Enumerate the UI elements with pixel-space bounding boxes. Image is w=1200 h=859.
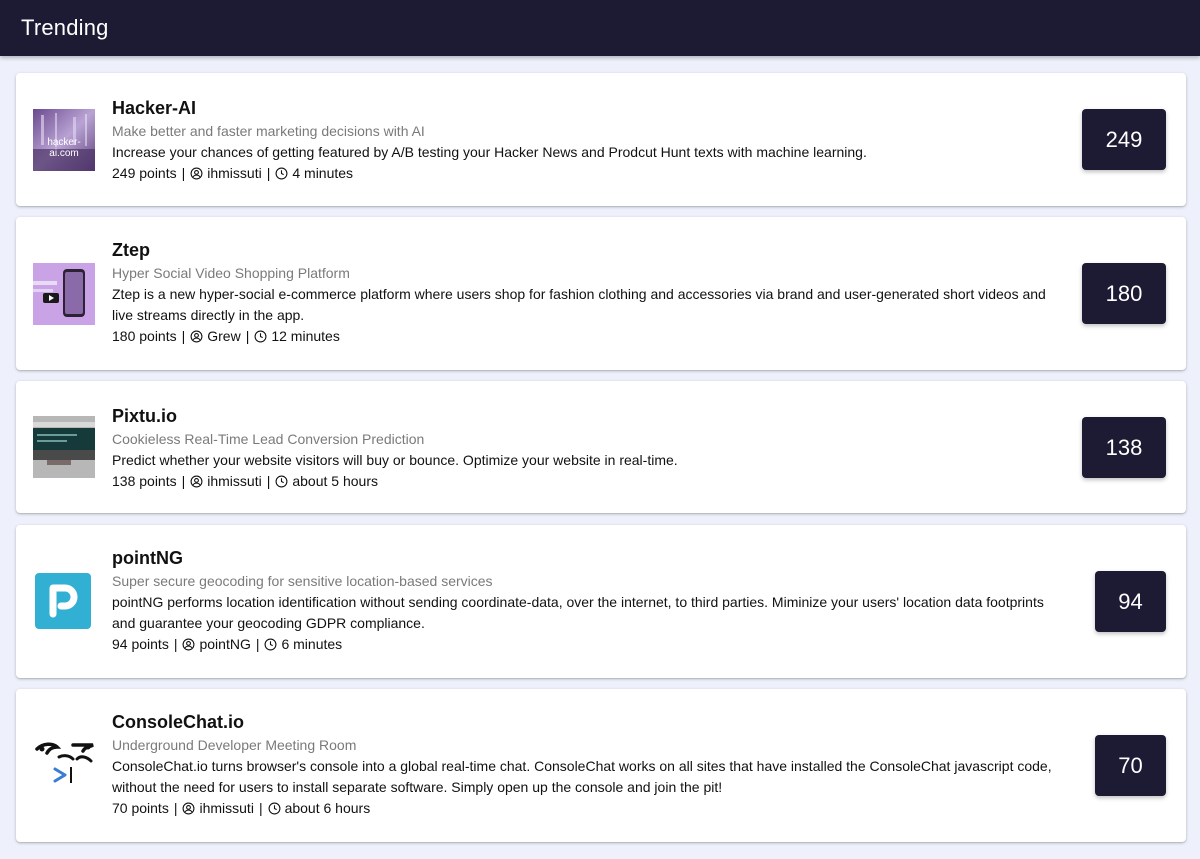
post-title[interactable]: Ztep	[112, 239, 1066, 261]
post-meta: 70 points | ihmissuti | about 6 hours	[112, 798, 1066, 819]
meta-separator: |	[181, 165, 186, 181]
post-card-hacker-ai[interactable]: hacker-ai.com Hacker-AI Make better and …	[16, 73, 1186, 206]
account-circle-icon	[190, 167, 203, 180]
post-thumbnail[interactable]: hacker-ai.com	[33, 109, 95, 171]
post-tagline: Make better and faster marketing decisio…	[112, 123, 425, 139]
post-author[interactable]: Grew	[207, 326, 240, 347]
post-points: 180 points	[112, 328, 177, 344]
meta-separator: |	[173, 636, 178, 652]
post-tagline: Cookieless Real-Time Lead Conversion Pre…	[112, 431, 425, 447]
meta-separator: |	[181, 328, 186, 344]
post-description: pointNG performs location identification…	[112, 594, 1044, 631]
post-card-consolechat[interactable]: ConsoleChat.io Underground Developer Mee…	[16, 689, 1186, 842]
post-title[interactable]: Hacker-AI	[112, 97, 1066, 119]
post-time: 6 minutes	[281, 636, 343, 652]
post-card-pointng[interactable]: pointNG Super secure geocoding for sensi…	[16, 525, 1186, 678]
pixtu-thumbnail-image	[33, 416, 95, 478]
post-meta: 180 points | Grew | 12 minutes	[112, 326, 1066, 347]
score-button[interactable]: 180	[1082, 263, 1166, 324]
meta-separator: |	[266, 473, 271, 489]
post-author[interactable]: ihmissuti	[207, 163, 261, 184]
meta-separator: |	[173, 800, 178, 816]
post-time: about 6 hours	[284, 800, 371, 816]
post-tagline: Super secure geocoding for sensitive loc…	[112, 573, 493, 589]
clock-icon	[275, 475, 288, 488]
score-button[interactable]: 249	[1082, 109, 1166, 170]
post-card-pixtu[interactable]: Pixtu.io Cookieless Real-Time Lead Conve…	[16, 381, 1186, 513]
post-points: 138 points	[112, 473, 177, 489]
post-points: 94 points	[112, 636, 169, 652]
page-title: Trending	[21, 15, 109, 40]
post-content: Ztep Hyper Social Video Shopping Platfor…	[112, 239, 1066, 347]
post-meta: 138 points | ihmissuti | about 5 hours	[112, 471, 1066, 492]
post-thumbnail[interactable]	[33, 416, 95, 478]
app-bar: Trending	[0, 0, 1200, 56]
meta-separator: |	[255, 636, 260, 652]
post-author[interactable]: pointNG	[199, 634, 250, 655]
post-points: 70 points	[112, 800, 169, 816]
post-time: about 5 hours	[292, 473, 378, 489]
account-circle-icon	[183, 802, 195, 815]
pointng-logo-icon	[35, 573, 91, 629]
clock-icon	[254, 330, 267, 343]
post-title[interactable]: ConsoleChat.io	[112, 711, 1066, 733]
score-button[interactable]: 94	[1095, 571, 1166, 632]
clock-icon	[268, 802, 281, 815]
post-card-ztep[interactable]: Ztep Hyper Social Video Shopping Platfor…	[16, 217, 1186, 370]
post-description: Ztep is a new hyper-social e-commerce pl…	[112, 286, 1046, 323]
post-author[interactable]: ihmissuti	[199, 798, 253, 819]
thumbnail-caption: hacker-ai.com	[47, 137, 81, 159]
post-thumbnail[interactable]	[33, 735, 99, 801]
post-tagline: Underground Developer Meeting Room	[112, 737, 357, 753]
clock-icon	[265, 638, 277, 651]
meta-separator: |	[266, 165, 271, 181]
account-circle-icon	[190, 330, 203, 343]
post-thumbnail[interactable]	[34, 572, 92, 630]
post-content: Pixtu.io Cookieless Real-Time Lead Conve…	[112, 405, 1066, 492]
post-description: Predict whether your website visitors wi…	[112, 452, 678, 468]
post-author[interactable]: ihmissuti	[207, 471, 261, 492]
post-meta: 249 points | ihmissuti | 4 minutes	[112, 163, 1066, 184]
post-meta: 94 points | pointNG | 6 minutes	[112, 634, 1066, 655]
post-tagline: Hyper Social Video Shopping Platform	[112, 265, 350, 281]
post-description: ConsoleChat.io turns browser's console i…	[112, 758, 1052, 795]
score-button[interactable]: 70	[1095, 735, 1166, 796]
post-thumbnail[interactable]	[33, 263, 95, 325]
meta-separator: |	[181, 473, 186, 489]
account-circle-icon	[190, 475, 203, 488]
meta-separator: |	[245, 328, 250, 344]
post-content: ConsoleChat.io Underground Developer Mee…	[112, 711, 1066, 819]
meta-separator: |	[258, 800, 263, 816]
post-time: 12 minutes	[271, 328, 340, 344]
post-content: pointNG Super secure geocoding for sensi…	[112, 547, 1066, 655]
post-points: 249 points	[112, 165, 177, 181]
post-title[interactable]: pointNG	[112, 547, 1066, 569]
post-content: Hacker-AI Make better and faster marketi…	[112, 97, 1066, 184]
ztep-thumbnail-image	[33, 263, 95, 325]
account-circle-icon	[183, 638, 195, 651]
score-button[interactable]: 138	[1082, 417, 1166, 478]
post-description: Increase your chances of getting feature…	[112, 144, 867, 160]
clock-icon	[275, 167, 288, 180]
post-time: 4 minutes	[292, 165, 354, 181]
post-title[interactable]: Pixtu.io	[112, 405, 1066, 427]
consolechat-logo-icon	[35, 742, 94, 783]
